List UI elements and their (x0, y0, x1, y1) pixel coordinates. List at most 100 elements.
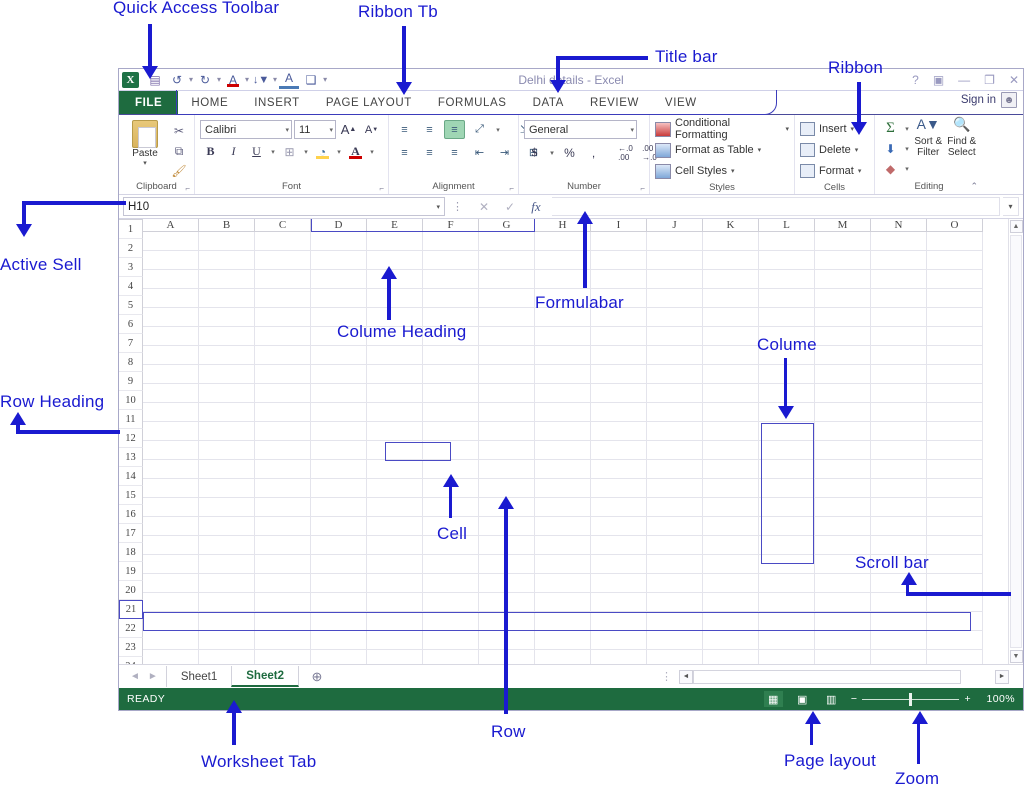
cell-A10[interactable] (143, 403, 199, 422)
cell-N10[interactable] (871, 403, 927, 422)
cell-E9[interactable] (367, 384, 423, 403)
fill-icon[interactable]: ⬇ (880, 139, 901, 158)
currency-caret-icon[interactable]: ▾ (548, 149, 556, 157)
add-sheet-icon[interactable]: ⊕ (305, 669, 329, 685)
cell-D2[interactable] (311, 251, 367, 270)
cell-K10[interactable] (703, 403, 759, 422)
previous-sheet-icon[interactable]: ◄ (130, 671, 140, 682)
cell-E10[interactable] (367, 403, 423, 422)
cell-M16[interactable] (815, 517, 871, 536)
cell-O21[interactable] (927, 612, 983, 631)
cell-D17[interactable] (311, 536, 367, 555)
zoom-out-icon[interactable]: − (851, 693, 858, 705)
close-icon[interactable]: ✕ (1009, 73, 1019, 87)
cell-E14[interactable] (367, 479, 423, 498)
cell-B15[interactable] (199, 498, 255, 517)
fill-color-caret-icon[interactable]: ▾ (335, 148, 343, 156)
new-file-icon[interactable]: ❑ (301, 71, 321, 89)
cell-F2[interactable] (423, 251, 479, 270)
cell-O9[interactable] (927, 384, 983, 403)
cell-H17[interactable] (535, 536, 591, 555)
format-painter-icon[interactable]: 🖌 (169, 162, 189, 180)
cell-D15[interactable] (311, 498, 367, 517)
row-heading-9[interactable]: 9 (119, 372, 143, 391)
cell-E22[interactable] (367, 631, 423, 650)
cell-J5[interactable] (647, 308, 703, 327)
cell-N6[interactable] (871, 327, 927, 346)
cell-M19[interactable] (815, 574, 871, 593)
format-as-table-button[interactable]: Format as Table ▾ (655, 140, 761, 160)
restore-icon[interactable]: ❐ (984, 73, 995, 87)
cell-B3[interactable] (199, 270, 255, 289)
zoom-in-icon[interactable]: + (964, 693, 971, 705)
row-heading-24[interactable]: 24 (119, 657, 143, 664)
cell-H15[interactable] (535, 498, 591, 517)
tab-split-handle[interactable]: ⋮ (655, 670, 679, 683)
cell-K8[interactable] (703, 365, 759, 384)
cell-L11[interactable] (759, 422, 815, 441)
cell-D19[interactable] (311, 574, 367, 593)
cell-F22[interactable] (423, 631, 479, 650)
cell-F7[interactable] (423, 346, 479, 365)
cell-A15[interactable] (143, 498, 199, 517)
cell-I11[interactable] (591, 422, 647, 441)
cell-C17[interactable] (255, 536, 311, 555)
cell-N23[interactable] (871, 650, 927, 664)
row-heading-11[interactable]: 11 (119, 410, 143, 429)
redo-icon[interactable]: ↻ (195, 71, 215, 89)
row-heading-1[interactable]: 1 (119, 220, 143, 239)
cell-O1[interactable] (927, 232, 983, 251)
column-heading-a[interactable]: A (143, 219, 199, 232)
cell-E12[interactable] (367, 441, 423, 460)
cell-K3[interactable] (703, 270, 759, 289)
row-heading-3[interactable]: 3 (119, 258, 143, 277)
format-as-table-caret-icon[interactable]: ▾ (758, 146, 762, 154)
cell-D3[interactable] (311, 270, 367, 289)
row-heading-2[interactable]: 2 (119, 239, 143, 258)
cell-K5[interactable] (703, 308, 759, 327)
cell-F23[interactable] (423, 650, 479, 664)
align-center-icon[interactable]: ≡ (419, 143, 440, 162)
cell-N4[interactable] (871, 289, 927, 308)
cell-J10[interactable] (647, 403, 703, 422)
worksheet-tab-sheet1[interactable]: Sheet1 (165, 666, 231, 687)
align-right-icon[interactable]: ≡ (444, 143, 465, 162)
cell-B4[interactable] (199, 289, 255, 308)
alignment-dialog-launcher[interactable]: ⌐ (509, 184, 514, 193)
cell-D11[interactable] (311, 422, 367, 441)
underline-icon[interactable]: A (279, 71, 300, 89)
ribbon-display-options-icon[interactable]: ▣ (933, 73, 944, 87)
cell-B2[interactable] (199, 251, 255, 270)
cell-C14[interactable] (255, 479, 311, 498)
cell-C20[interactable] (255, 593, 311, 612)
cell-E13[interactable] (367, 460, 423, 479)
cell-styles-button[interactable]: Cell Styles ▾ (655, 161, 734, 181)
fill-caret-icon[interactable]: ▾ (903, 145, 911, 153)
collapse-ribbon-icon[interactable]: ⌃ (970, 181, 978, 192)
cell-C1[interactable] (255, 232, 311, 251)
cell-J18[interactable] (647, 555, 703, 574)
cell-M9[interactable] (815, 384, 871, 403)
font-name-caret-icon[interactable]: ▾ (279, 126, 289, 134)
cell-C23[interactable] (255, 650, 311, 664)
cell-O12[interactable] (927, 441, 983, 460)
sort-icon[interactable]: ↓▼ (251, 71, 271, 89)
copy-icon[interactable]: ⧉ (169, 142, 189, 160)
cell-L9[interactable] (759, 384, 815, 403)
row-heading-5[interactable]: 5 (119, 296, 143, 315)
row-heading-4[interactable]: 4 (119, 277, 143, 296)
cell-L3[interactable] (759, 270, 815, 289)
formula-input[interactable] (552, 197, 1000, 216)
italic-button[interactable]: I (223, 142, 244, 161)
cell-O16[interactable] (927, 517, 983, 536)
cell-E7[interactable] (367, 346, 423, 365)
font-color-caret-icon[interactable]: ▾ (368, 148, 376, 156)
cell-N14[interactable] (871, 479, 927, 498)
cell-C19[interactable] (255, 574, 311, 593)
row-heading-12[interactable]: 12 (119, 429, 143, 448)
clear-caret-icon[interactable]: ▾ (903, 165, 911, 173)
zoom-track[interactable] (862, 692, 960, 706)
row-heading-19[interactable]: 19 (119, 562, 143, 581)
cell-K6[interactable] (703, 327, 759, 346)
cell-I18[interactable] (591, 555, 647, 574)
